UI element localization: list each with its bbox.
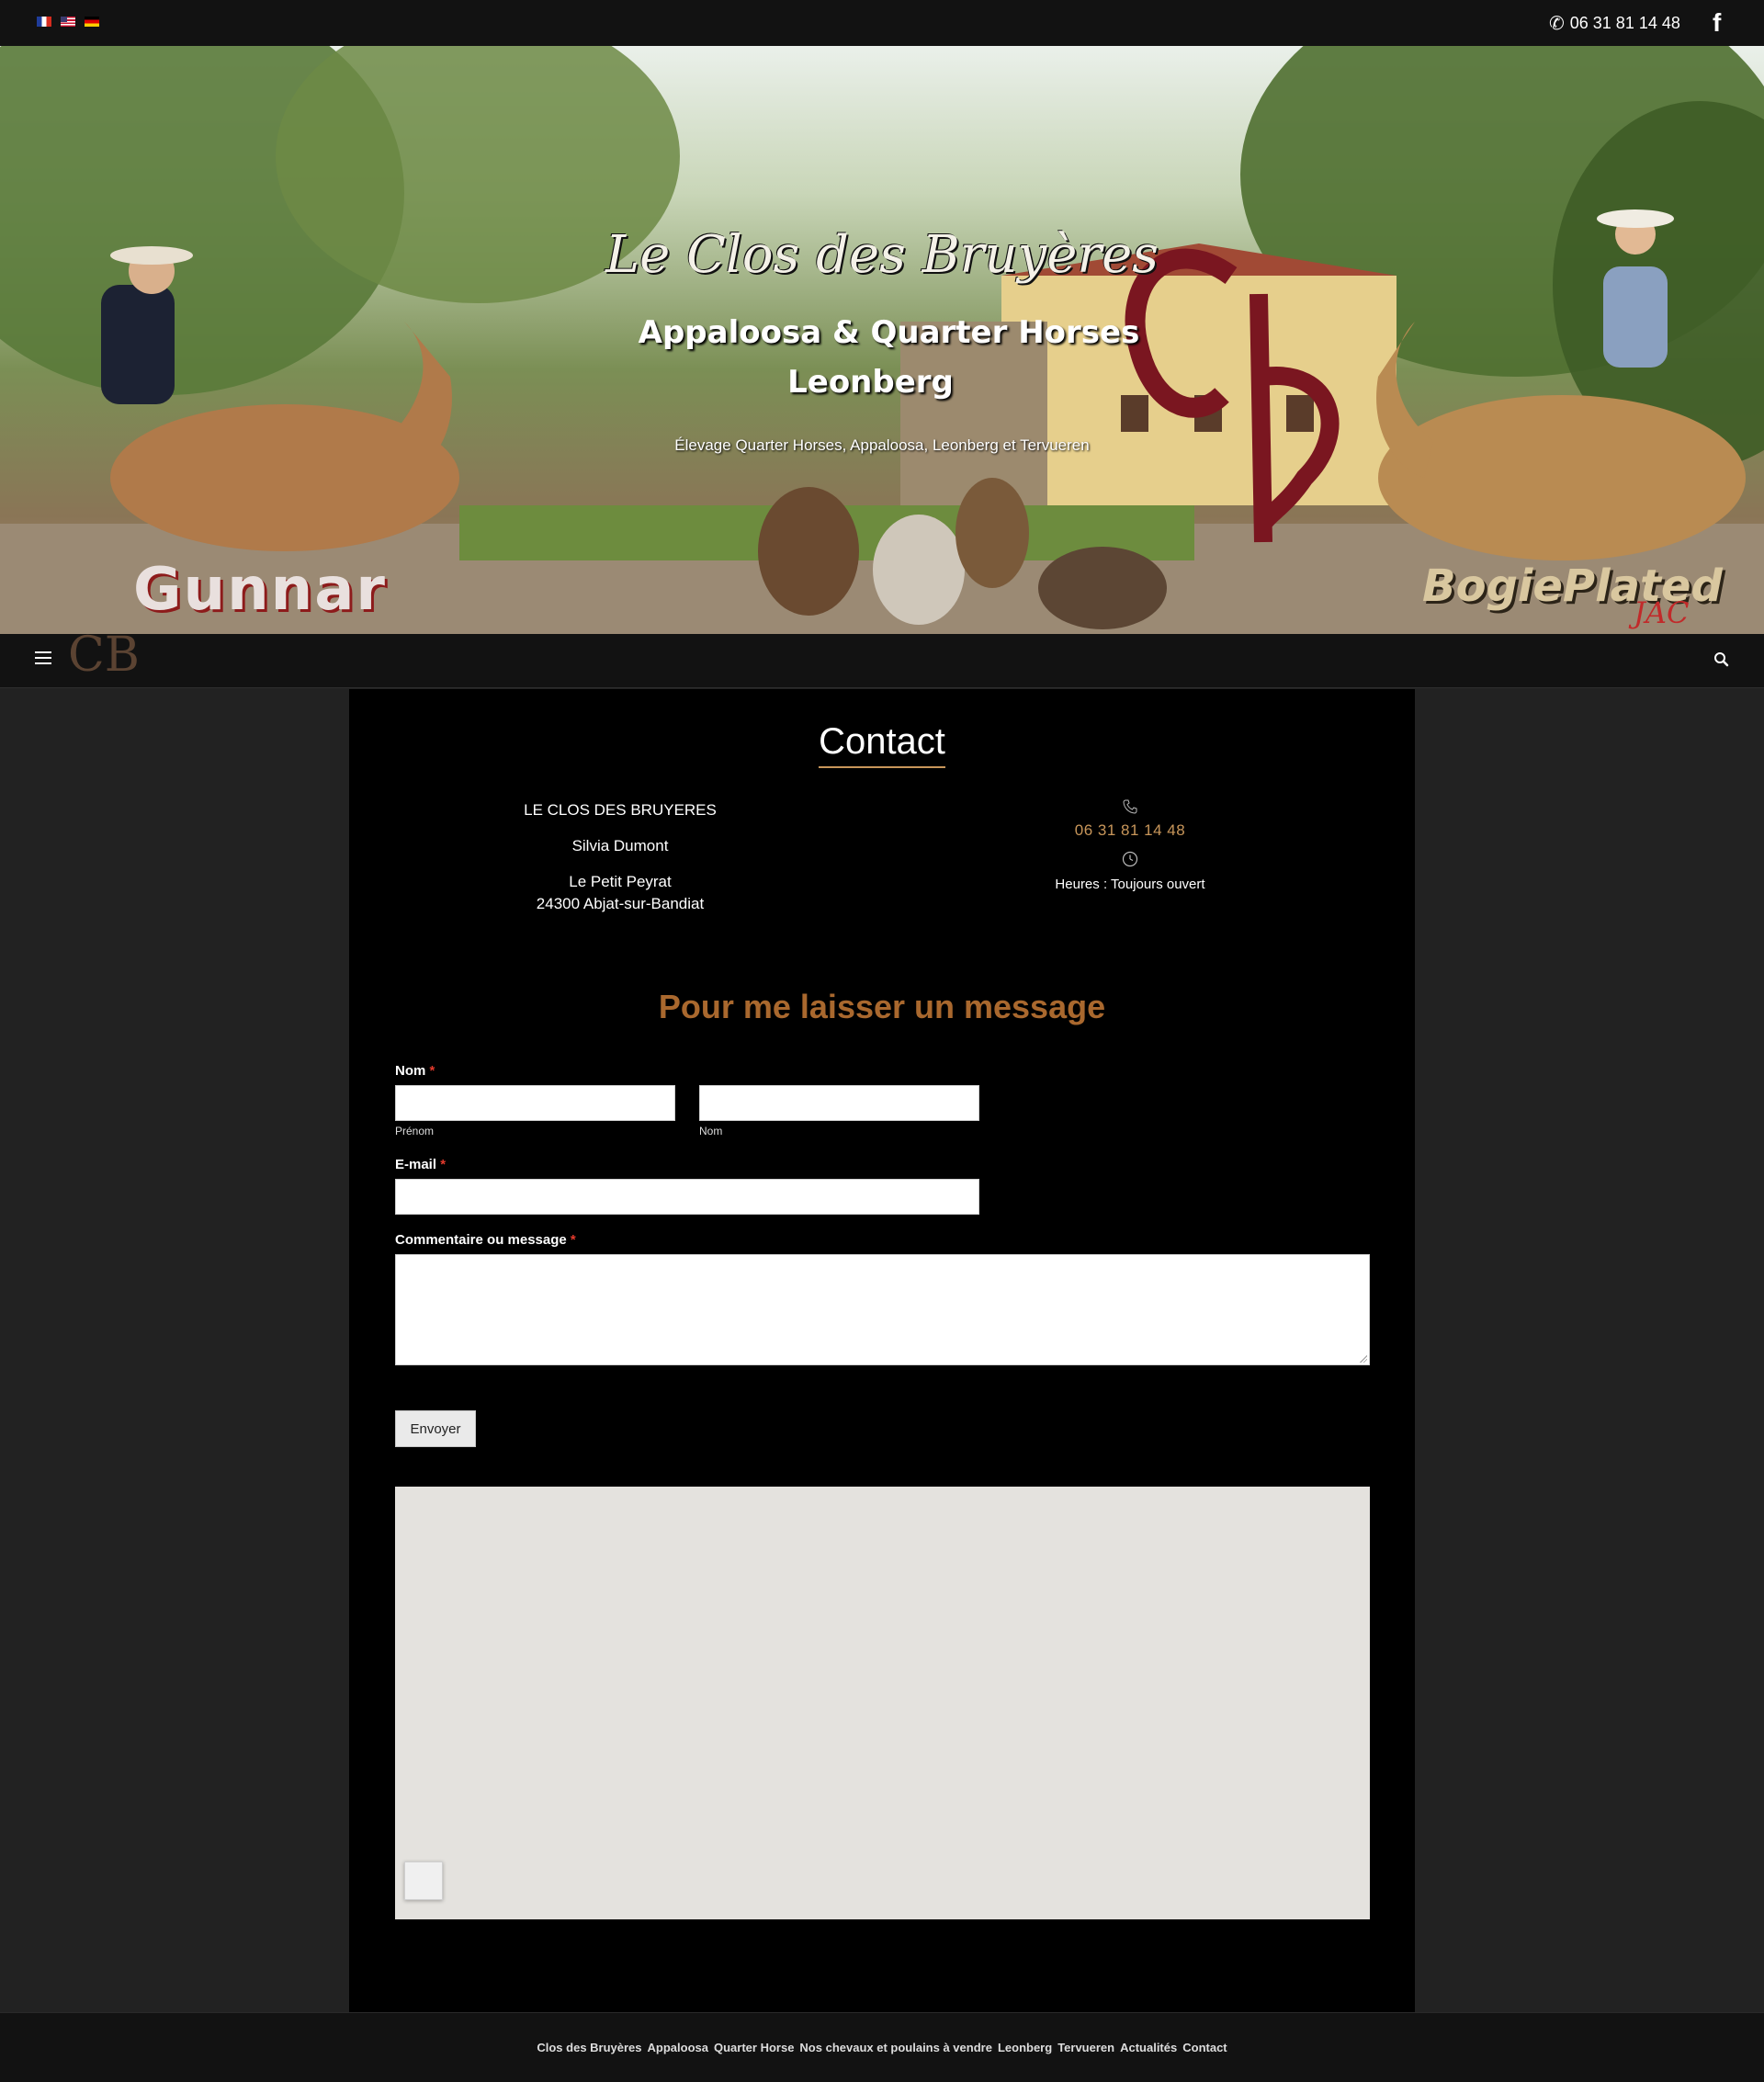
contact-address-block: LE CLOS DES BRUYERES Silvia Dumont Le Pe… — [487, 799, 753, 929]
main-navbar — [0, 634, 1764, 688]
submit-button[interactable]: Envoyer — [395, 1410, 476, 1447]
first-name-input[interactable] — [395, 1085, 675, 1121]
clock-icon — [1122, 851, 1138, 867]
footer-link-quarter-horse[interactable]: Quarter Horse — [714, 2041, 794, 2054]
footer-link-actualites[interactable]: Actualités — [1120, 2041, 1177, 2054]
phone-icon — [1123, 799, 1137, 814]
main-content: Contact LE CLOS DES BRUYERES Silvia Dumo… — [349, 689, 1415, 2012]
name-label: Nom * — [395, 1063, 435, 1079]
footer-link-clos-des-bruyeres[interactable]: Clos des Bruyères — [537, 2041, 641, 2054]
top-bar: ✆ 06 31 81 14 48 f — [0, 0, 1764, 46]
hero-tagline: Élevage Quarter Horses, Appaloosa, Leonb… — [674, 436, 1090, 454]
flag-fr-icon[interactable] — [37, 17, 51, 27]
language-switcher — [37, 17, 99, 27]
email-label: E-mail * — [395, 1157, 447, 1172]
opening-hours: Heures : Toujours ouvert — [1055, 877, 1205, 892]
company-name: LE CLOS DES BRUYERES — [524, 801, 717, 819]
hero-subtitle-breeds: Appaloosa & Quarter Horses — [638, 314, 1140, 351]
map-control-button[interactable] — [404, 1861, 443, 1900]
footer-nav: Clos des Bruyères Appaloosa Quarter Hors… — [0, 2041, 1764, 2054]
hero-banner: Le Clos des Bruyères Appaloosa & Quarter… — [0, 46, 1764, 634]
hero-logo-right-sub: JAC — [1634, 595, 1690, 630]
flag-de-icon[interactable] — [85, 17, 99, 27]
contact-phone-link[interactable]: 06 31 81 14 48 — [992, 821, 1268, 840]
resize-handle-icon[interactable] — [1359, 1354, 1367, 1363]
hero-logo-left: Gunnar — [133, 556, 387, 624]
contact-info-block: 06 31 81 14 48 Heures : Toujours ouvert — [992, 799, 1268, 892]
postal-address: Le Petit Peyrat 24300 Abjat-sur-Bandiat — [487, 871, 753, 915]
footer: Clos des Bruyères Appaloosa Quarter Hors… — [0, 2012, 1764, 2082]
address-line1: Le Petit Peyrat — [569, 873, 672, 890]
search-icon[interactable] — [1713, 651, 1731, 669]
first-name-sublabel: Prénom — [395, 1125, 435, 1137]
hamburger-menu-icon[interactable] — [35, 651, 51, 664]
flag-en-icon[interactable] — [61, 17, 75, 27]
message-label: Commentaire ou message * — [395, 1232, 576, 1248]
message-textarea[interactable] — [395, 1254, 1370, 1365]
hero-title: Le Clos des Bruyères — [605, 225, 1159, 285]
site-logo[interactable]: CB — [68, 628, 140, 683]
footer-link-leonberg[interactable]: Leonberg — [998, 2041, 1052, 2054]
footer-link-chevaux-a-vendre[interactable]: Nos chevaux et poulains à vendre — [799, 2041, 992, 2054]
top-phone-number: 06 31 81 14 48 — [1569, 14, 1680, 32]
page-title: Contact — [349, 721, 1415, 768]
footer-link-contact[interactable]: Contact — [1182, 2041, 1227, 2054]
last-name-input[interactable] — [699, 1085, 979, 1121]
last-name-sublabel: Nom — [699, 1125, 723, 1137]
hero-subtitle-leonberg: Leonberg — [787, 364, 954, 401]
phone-handset-icon: ✆ — [1549, 14, 1565, 34]
top-phone-link[interactable]: ✆ 06 31 81 14 48 — [1549, 12, 1680, 35]
footer-link-tervueren[interactable]: Tervueren — [1057, 2041, 1114, 2054]
facebook-icon[interactable]: f — [1713, 8, 1721, 38]
location-map[interactable] — [395, 1487, 1370, 1919]
email-input[interactable] — [395, 1179, 979, 1215]
contact-person: Silvia Dumont — [571, 837, 669, 854]
form-title: Pour me laisser un message — [658, 988, 1106, 1025]
footer-link-appaloosa[interactable]: Appaloosa — [648, 2041, 708, 2054]
address-line2: 24300 Abjat-sur-Bandiat — [536, 895, 705, 912]
